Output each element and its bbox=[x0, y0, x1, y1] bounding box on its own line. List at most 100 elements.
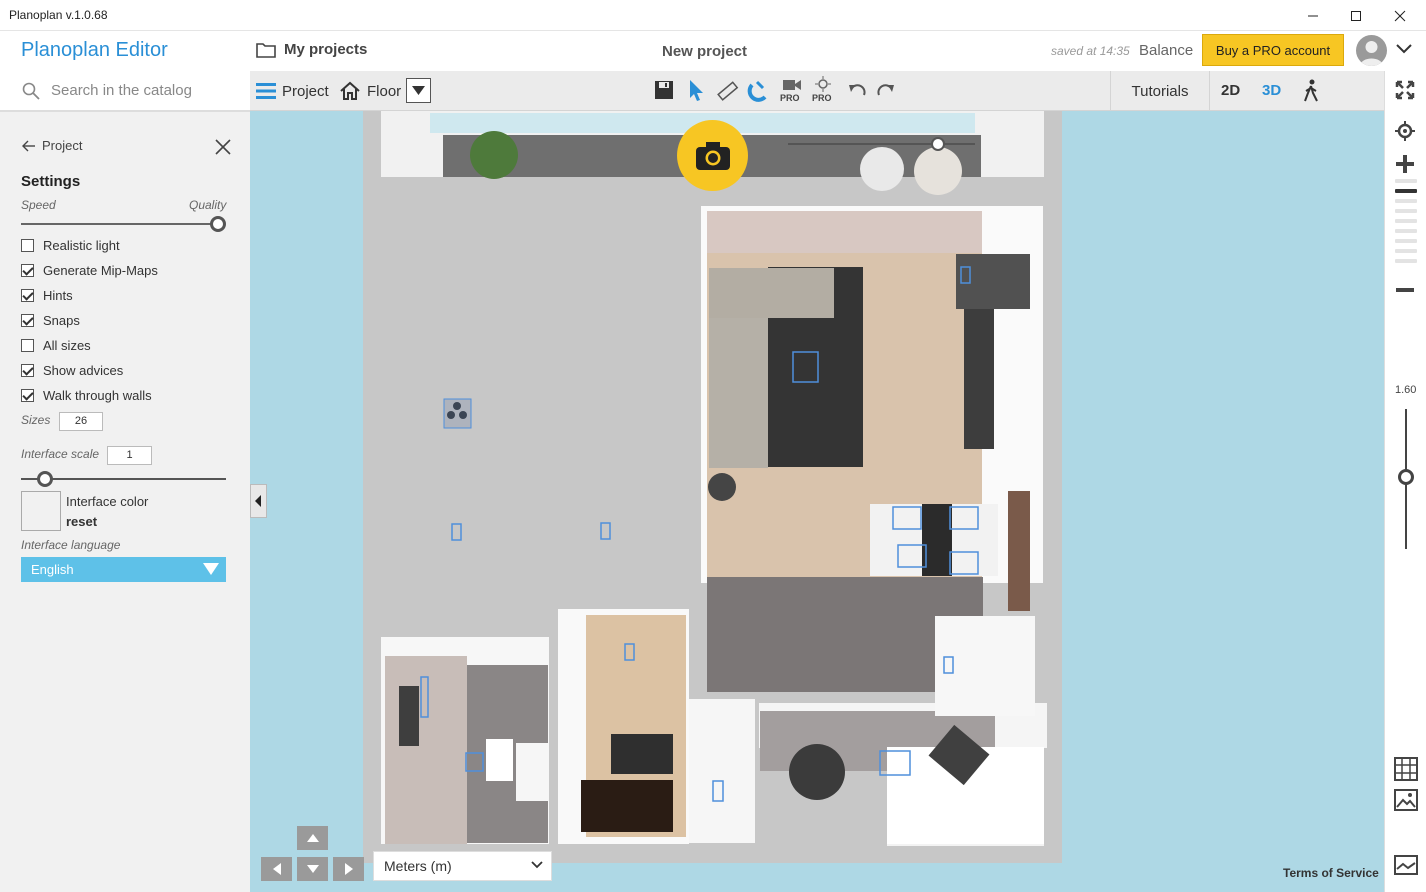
checkbox-label: Generate Mip-Maps bbox=[43, 263, 158, 278]
checkbox-all-sizes[interactable]: All sizes bbox=[21, 338, 91, 353]
interface-color-label: Interface color bbox=[66, 494, 149, 509]
zoom-out-icon[interactable] bbox=[1394, 279, 1416, 301]
window-title: Planoplan v.1.0.68 bbox=[9, 8, 108, 22]
chevron-down-icon[interactable] bbox=[1396, 43, 1412, 55]
pro-badge-video: PRO bbox=[780, 93, 800, 103]
checkbox-label: Hints bbox=[43, 288, 73, 303]
back-to-project-button[interactable]: Project bbox=[22, 138, 82, 153]
triangle-right-icon bbox=[344, 863, 353, 875]
checkbox-hints[interactable]: Hints bbox=[21, 288, 73, 303]
quality-slider-track[interactable] bbox=[21, 223, 219, 225]
height-slider-knob[interactable] bbox=[1398, 469, 1414, 485]
balance-link[interactable]: Balance bbox=[1139, 42, 1193, 59]
brand-logo: Planoplan Editor bbox=[21, 39, 168, 61]
user-icon bbox=[1360, 41, 1383, 66]
checkbox-walk-through-walls[interactable]: Walk through walls bbox=[21, 388, 152, 403]
interface-scale-slider-knob[interactable] bbox=[37, 471, 53, 487]
saved-status: saved at 14:35 bbox=[1051, 44, 1130, 58]
checkbox-snaps[interactable]: Snaps bbox=[21, 313, 80, 328]
triangle-down-icon bbox=[412, 86, 425, 95]
project-name[interactable]: New project bbox=[662, 43, 747, 60]
close-panel-icon[interactable] bbox=[214, 138, 232, 156]
render-sun-icon[interactable] bbox=[814, 76, 832, 92]
checkbox-box[interactable] bbox=[21, 389, 34, 402]
checkbox-label: Show advices bbox=[43, 363, 124, 378]
quality-label: Quality bbox=[189, 198, 227, 212]
minimize-button[interactable] bbox=[1290, 0, 1336, 31]
interface-color-reset[interactable]: reset bbox=[66, 514, 97, 529]
speed-label: Speed bbox=[21, 198, 56, 212]
search-icon bbox=[22, 82, 40, 100]
floor-menu-label: Floor bbox=[367, 82, 402, 100]
walk-person-icon[interactable] bbox=[1302, 79, 1320, 103]
magnet-icon[interactable] bbox=[747, 79, 771, 103]
search-input[interactable]: Search in the catalog bbox=[51, 82, 192, 99]
checkbox-label: Walk through walls bbox=[43, 388, 152, 403]
save-icon[interactable] bbox=[653, 79, 675, 101]
avatar[interactable] bbox=[1356, 35, 1387, 66]
language-value: English bbox=[31, 562, 74, 577]
dropdown-triangle-icon bbox=[203, 563, 219, 575]
chevron-down-icon bbox=[531, 861, 543, 869]
floor-plan-canvas[interactable] bbox=[250, 111, 1384, 892]
video-camera-icon[interactable] bbox=[782, 76, 802, 92]
checkbox-box[interactable] bbox=[21, 364, 34, 377]
maximize-button[interactable] bbox=[1333, 0, 1379, 31]
pan-right-button[interactable] bbox=[333, 857, 364, 881]
tutorials-button[interactable]: Tutorials bbox=[1110, 71, 1210, 111]
checkbox-show-advices[interactable]: Show advices bbox=[21, 363, 123, 378]
checkbox-box[interactable] bbox=[21, 264, 34, 277]
terms-of-service-link[interactable]: Terms of Service bbox=[1283, 866, 1379, 880]
minimize-icon bbox=[1308, 15, 1318, 16]
grid-icon[interactable] bbox=[1394, 757, 1418, 781]
checkbox-box[interactable] bbox=[21, 289, 34, 302]
pan-left-button[interactable] bbox=[261, 857, 292, 881]
sizes-input[interactable]: 26 bbox=[59, 412, 103, 431]
camera-icon bbox=[695, 141, 730, 170]
units-select[interactable]: Meters (m) bbox=[373, 851, 552, 881]
app-header: Planoplan Editor My projects New project… bbox=[0, 31, 1426, 71]
folder-icon bbox=[256, 42, 276, 58]
buy-pro-button[interactable]: Buy a PRO account bbox=[1202, 34, 1344, 66]
hamburger-icon bbox=[256, 83, 276, 99]
triangle-down-icon bbox=[306, 865, 319, 873]
pan-up-button[interactable] bbox=[297, 826, 328, 850]
right-rail: 1.60 bbox=[1384, 71, 1426, 892]
settings-title: Settings bbox=[21, 173, 81, 190]
checkbox-generate-mip-maps[interactable]: Generate Mip-Maps bbox=[21, 263, 158, 278]
triangle-left-icon bbox=[255, 495, 261, 507]
redo-icon[interactable] bbox=[876, 82, 896, 98]
checkbox-box[interactable] bbox=[21, 239, 34, 252]
fullscreen-icon[interactable] bbox=[1394, 79, 1416, 101]
plant-decor bbox=[470, 131, 518, 179]
close-window-button[interactable] bbox=[1377, 0, 1423, 31]
floor-plan-render[interactable] bbox=[250, 111, 1384, 892]
quality-slider-knob[interactable] bbox=[210, 216, 226, 232]
pan-down-button[interactable] bbox=[297, 857, 328, 881]
main-toolbar: Project Floor PRO PRO Tutorials 2D 3D bbox=[250, 71, 1384, 117]
landscape-icon[interactable] bbox=[1394, 855, 1418, 875]
checkbox-box[interactable] bbox=[21, 339, 34, 352]
interface-color-swatch[interactable] bbox=[21, 491, 61, 531]
my-projects-button[interactable]: My projects bbox=[256, 41, 367, 58]
project-menu-button[interactable]: Project bbox=[256, 71, 329, 111]
camera-button[interactable] bbox=[677, 120, 748, 191]
locate-icon[interactable] bbox=[1394, 120, 1416, 142]
floor-dropdown-button[interactable] bbox=[406, 78, 431, 103]
window-titlebar: Planoplan v.1.0.68 bbox=[0, 0, 1426, 31]
ruler-icon[interactable] bbox=[715, 79, 739, 103]
language-select[interactable]: English bbox=[21, 557, 226, 582]
triangle-up-icon bbox=[306, 834, 319, 842]
zoom-in-icon[interactable] bbox=[1394, 153, 1416, 175]
image-icon[interactable] bbox=[1394, 789, 1418, 811]
checkbox-box[interactable] bbox=[21, 314, 34, 327]
collapse-sidebar-button[interactable] bbox=[250, 484, 267, 518]
undo-icon[interactable] bbox=[847, 82, 867, 98]
checkbox-realistic-light[interactable]: Realistic light bbox=[21, 238, 120, 253]
view-2d-button[interactable]: 2D bbox=[1221, 82, 1240, 99]
floor-menu-button[interactable]: Floor bbox=[339, 71, 401, 111]
catalog-search[interactable]: Search in the catalog bbox=[0, 71, 250, 111]
view-3d-button[interactable]: 3D bbox=[1262, 82, 1281, 99]
select-cursor-icon[interactable] bbox=[687, 79, 707, 103]
interface-scale-input[interactable]: 1 bbox=[107, 446, 152, 465]
